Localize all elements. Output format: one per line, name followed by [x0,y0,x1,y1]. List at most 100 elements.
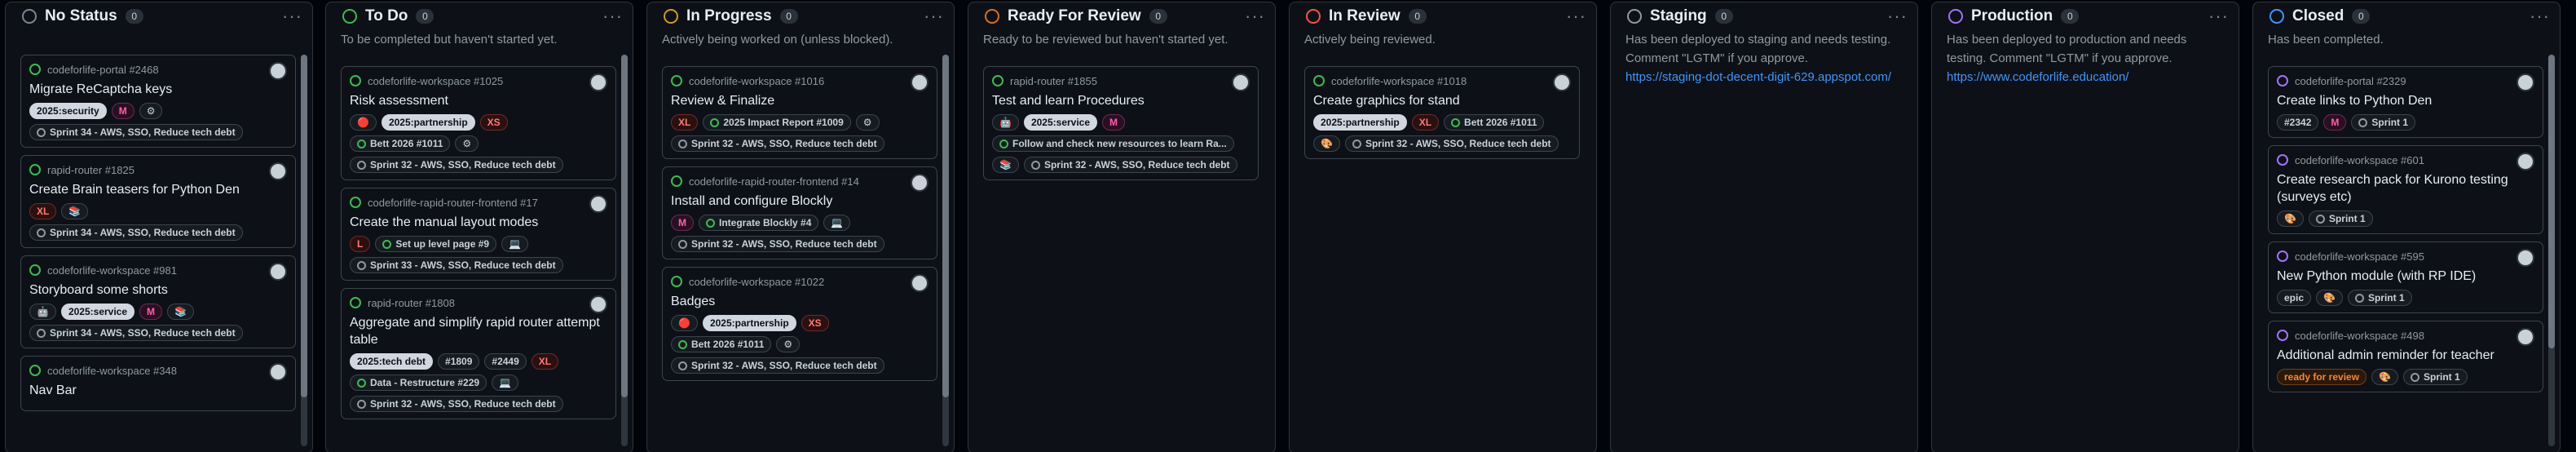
card-title[interactable]: Additional admin reminder for teacher [2277,347,2534,364]
scrollbar-thumb[interactable] [301,55,307,397]
label-chip[interactable]: XL [671,114,699,131]
label-chip[interactable]: 2025:partnership [1313,114,1407,131]
field-chip[interactable]: Bett 2026 #1011 [350,135,451,152]
scrollbar-thumb[interactable] [2548,55,2555,348]
issue-card[interactable]: codeforlife-rapid-router-frontend #17 Cre… [341,188,616,281]
issue-card[interactable]: codeforlife-workspace #1025 Risk assessme… [341,66,616,180]
assignee-avatar-icon[interactable] [911,274,929,292]
label-chip[interactable]: M [671,215,694,231]
column-menu-button[interactable]: ··· [1566,7,1586,25]
issue-card[interactable]: codeforlife-workspace #1016 Review & Fina… [662,66,937,159]
label-chip[interactable]: XL [29,203,57,219]
field-chip[interactable]: Sprint 32 - AWS, SSO, Reduce tech debt [671,357,884,374]
label-chip[interactable]: 📚 [61,203,89,219]
field-chip[interactable]: 📚 [992,157,1019,173]
card-title[interactable]: Nav Bar [29,382,287,399]
field-chip[interactable]: Sprint 32 - AWS, SSO, Reduce tech debt [671,135,884,152]
column-scrollbar[interactable] [942,55,949,446]
issue-card[interactable]: rapid-router #1808 Aggregate and simplify… [341,288,616,419]
column-menu-button[interactable]: ··· [1245,7,1265,25]
assignee-avatar-icon[interactable] [911,73,929,91]
card-title[interactable]: Review & Finalize [671,92,929,109]
assignee-avatar-icon[interactable] [589,295,607,313]
label-chip[interactable]: M [1102,114,1126,131]
card-title[interactable]: Create research pack for Kurono testing … [2277,171,2534,206]
assignee-avatar-icon[interactable] [269,363,287,381]
label-chip[interactable]: XL [1411,114,1440,131]
field-chip[interactable]: 🎨 [1313,135,1340,152]
issue-card[interactable]: codeforlife-workspace #1022 Badges 🔴 2025:p… [662,267,937,381]
issue-card[interactable]: codeforlife-workspace #348 Nav Bar [20,356,296,411]
issue-card[interactable]: rapid-router #1855 Test and learn Procedu… [983,66,1259,180]
assignee-avatar-icon[interactable] [2516,153,2534,171]
label-chip[interactable]: ⚙ [855,114,880,131]
label-chip[interactable]: Sprint 1 [2308,210,2373,227]
field-chip[interactable]: Bett 2026 #1011 [671,336,772,352]
label-chip[interactable]: Sprint 1 [2347,290,2412,306]
column-menu-button[interactable]: ··· [924,7,944,25]
label-chip[interactable]: #1809 [438,353,480,370]
label-chip[interactable]: ready for review [2277,369,2367,385]
column-menu-button[interactable]: ··· [2530,7,2550,25]
column-link[interactable]: https://www.codeforlife.education/ [1947,70,2128,84]
card-title[interactable]: Install and configure Blockly [671,193,929,210]
column-scrollbar[interactable] [301,55,307,446]
assignee-avatar-icon[interactable] [589,73,607,91]
column-menu-button[interactable]: ··· [2208,7,2229,25]
label-chip[interactable]: 2025:service [1023,114,1098,131]
card-title[interactable]: Create graphics for stand [1313,92,1571,109]
card-title[interactable]: Badges [671,293,929,310]
label-chip[interactable]: 🔴 [671,315,698,331]
label-chip[interactable]: 2025:security [29,103,107,119]
card-title[interactable]: Migrate ReCaptcha keys [29,81,287,98]
field-chip[interactable]: ⚙ [776,336,801,352]
field-chip[interactable]: 💻 [492,374,519,391]
label-chip[interactable]: 2025:partnership [702,315,796,331]
scrollbar-thumb[interactable] [942,55,949,397]
field-chip[interactable]: Sprint 34 - AWS, SSO, Reduce tech debt [29,325,243,341]
label-chip[interactable]: ⚙ [139,103,163,119]
column-link[interactable]: https://staging-dot-decent-digit-629.app… [1625,70,1891,84]
issue-card[interactable]: codeforlife-portal #2468 Migrate ReCaptch… [20,55,296,148]
field-chip[interactable]: Sprint 32 - AWS, SSO, Reduce tech debt [350,157,563,173]
label-chip[interactable]: 🎨 [2277,210,2304,227]
label-chip[interactable]: 💻 [501,236,529,252]
card-title[interactable]: Risk assessment [350,92,607,109]
label-chip[interactable]: 🤖 [29,304,56,320]
field-chip[interactable]: Sprint 32 - AWS, SSO, Reduce tech debt [1023,157,1237,173]
field-chip[interactable]: Sprint 34 - AWS, SSO, Reduce tech debt [29,124,243,140]
assignee-avatar-icon[interactable] [2516,328,2534,346]
column-menu-button[interactable]: ··· [602,7,623,25]
column-scrollbar[interactable] [2548,55,2555,446]
label-chip[interactable]: 💻 [823,215,851,231]
issue-card[interactable]: codeforlife-workspace #595 New Python mod… [2268,242,2543,313]
label-chip[interactable]: Integrate Blockly #4 [699,215,819,231]
field-chip[interactable]: ⚙ [455,135,479,152]
label-chip[interactable]: L [350,236,371,252]
label-chip[interactable]: 2025:partnership [381,114,475,131]
label-chip[interactable]: XS [801,315,829,331]
assignee-avatar-icon[interactable] [2516,249,2534,267]
card-title[interactable]: New Python module (with RP IDE) [2277,268,2534,285]
label-chip[interactable]: XL [531,353,559,370]
label-chip[interactable]: M [2323,114,2347,131]
column-scrollbar[interactable] [621,55,628,446]
field-chip[interactable]: Sprint 33 - AWS, SSO, Reduce tech debt [350,257,563,273]
column-menu-button[interactable]: ··· [282,7,302,25]
label-chip[interactable]: M [111,103,135,119]
label-chip[interactable]: 🎨 [2316,290,2343,306]
issue-card[interactable]: rapid-router #1825 Create Brain teasers f… [20,155,296,248]
card-title[interactable]: Create links to Python Den [2277,92,2534,109]
label-chip[interactable]: 2025:tech debt [350,353,434,370]
card-title[interactable]: Aggregate and simplify rapid router atte… [350,314,607,348]
label-chip[interactable]: 🎨 [2371,369,2398,385]
field-chip[interactable]: Sprint 32 - AWS, SSO, Reduce tech debt [671,236,884,252]
label-chip[interactable]: M [139,304,163,320]
card-title[interactable]: Storyboard some shorts [29,281,287,299]
field-chip[interactable]: Follow and check new resources to learn … [992,135,1234,152]
label-chip[interactable]: 🔴 [350,114,377,131]
assignee-avatar-icon[interactable] [589,195,607,213]
assignee-avatar-icon[interactable] [1232,73,1250,91]
label-chip[interactable]: XS [479,114,508,131]
label-chip[interactable]: epic [2277,290,2312,306]
